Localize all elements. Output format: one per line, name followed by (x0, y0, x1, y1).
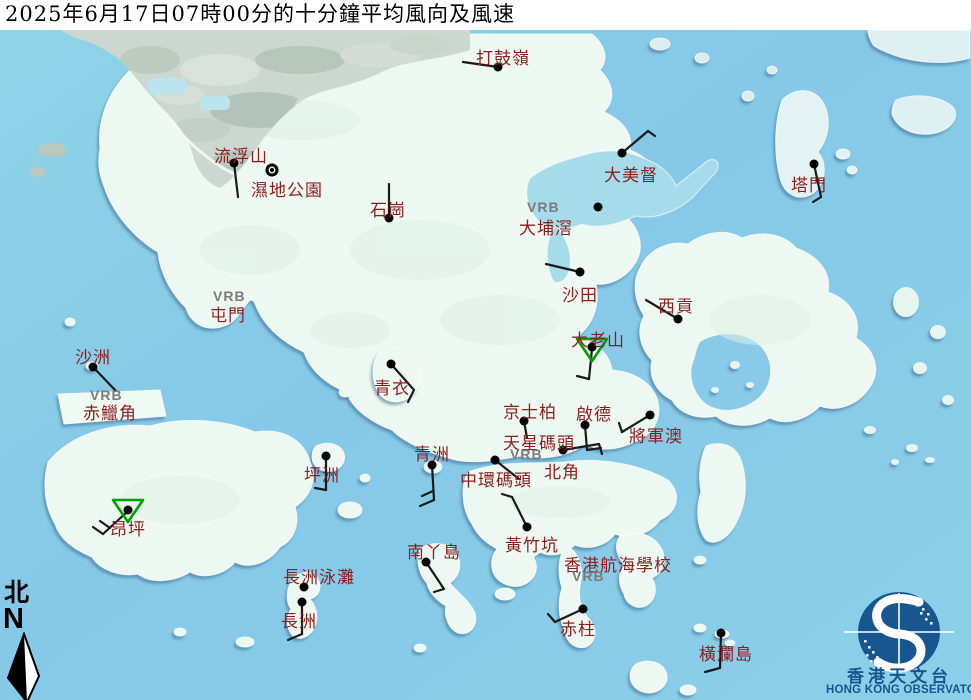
compass-north-letter: N (2, 606, 46, 632)
wind-barb (577, 376, 589, 379)
wind-barb (648, 131, 655, 136)
station-marker (579, 605, 588, 614)
station-marker (646, 411, 655, 420)
wind-barb (555, 609, 583, 622)
station-marker (322, 452, 331, 461)
station-marker (717, 629, 726, 638)
station-marker (520, 417, 529, 426)
wind-barb (619, 423, 622, 432)
wind-barb (408, 390, 414, 402)
wind-barb (813, 197, 821, 202)
station-marker (523, 523, 532, 532)
station-marker (576, 268, 585, 277)
calm-marker-center (270, 168, 274, 172)
wind-barb (426, 562, 444, 589)
wind-barb (234, 163, 238, 197)
wind-barb (622, 131, 648, 153)
station-marker (230, 159, 239, 168)
station-marker (385, 214, 394, 223)
station-marker (300, 583, 309, 592)
hko-logo-english: HONG KONG OBSERVATORY (826, 684, 971, 696)
station-marker (387, 360, 396, 369)
station-marker (559, 446, 568, 455)
wind-barb (589, 349, 592, 379)
station-marker (674, 315, 683, 324)
hko-logo: 香港天文台 HONG KONG OBSERVATORY (826, 588, 971, 700)
station-marker (298, 598, 307, 607)
wind-barb (720, 633, 721, 668)
wind-barb (463, 62, 498, 67)
station-marker (810, 160, 819, 169)
station-marker (588, 343, 597, 352)
wind-barb (420, 500, 434, 506)
compass-needle-icon (4, 632, 44, 700)
wind-barb (391, 364, 414, 390)
station-marker (89, 363, 98, 372)
wind-barb (599, 444, 602, 454)
station-marker (594, 203, 603, 212)
station-marker (124, 506, 133, 515)
station-marker (428, 461, 437, 470)
station-marker (422, 558, 431, 567)
wind-barb (422, 491, 433, 496)
wind-barb (512, 497, 527, 527)
station-marker (581, 421, 590, 430)
north-compass: 北 N (2, 580, 46, 700)
wind-barb (546, 264, 580, 272)
station-marker (618, 149, 627, 158)
wind-barb (587, 448, 601, 450)
wind-barb (93, 527, 103, 534)
wind-barb (502, 494, 512, 497)
wind-barb (622, 415, 650, 432)
wind-barb (548, 614, 555, 622)
wind-barb (315, 488, 326, 490)
wind-barb (495, 460, 519, 479)
station-marker (494, 63, 503, 72)
wind-map-page: 打鼓嶺流浮山濕地公園石崗大美督塔門大埔滘VRB沙田西貢大老山屯門VRB沙洲赤鱲角… (0, 0, 971, 700)
wind-barb (434, 589, 444, 592)
wind-barb (814, 164, 821, 197)
wind-barb (646, 300, 678, 319)
wind-barb (705, 668, 720, 672)
wind-barb (93, 367, 116, 391)
wind-barb (288, 634, 302, 640)
station-marker (491, 456, 500, 465)
map-title: 2025年6月17日07時00分的十分鐘平均風向及風速 (0, 0, 971, 30)
wind-barb (100, 521, 110, 528)
wind-barb (432, 465, 434, 500)
